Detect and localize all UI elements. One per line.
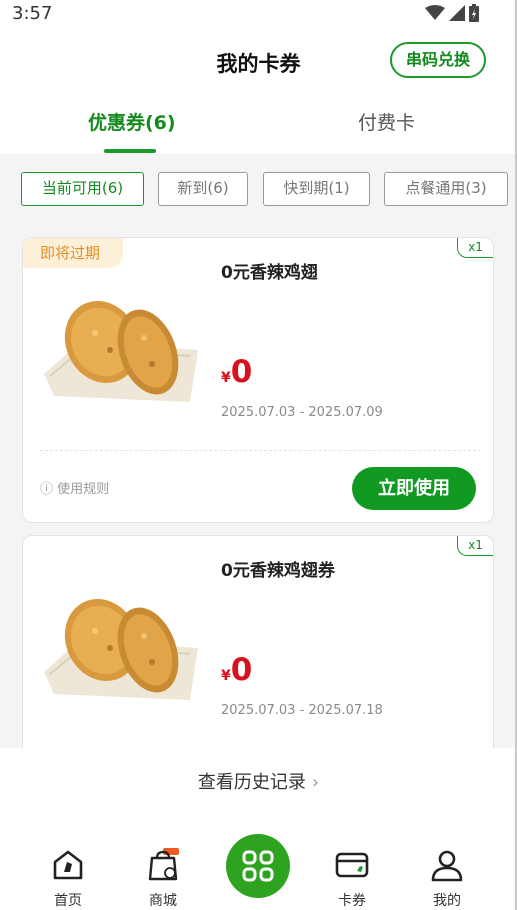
filter-chip-new[interactable]: 新到(6) <box>158 172 248 206</box>
nav-home-label: 首页 <box>54 893 82 909</box>
expiring-tag: 即将过期 <box>23 238 123 268</box>
coupon-card[interactable]: 即将过期 x1 0元香辣鸡翅 ¥0 2025.07.03 - 2025.07.0… <box>22 237 494 523</box>
home-icon <box>53 850 83 880</box>
tab-coupons[interactable]: 优惠券(6) <box>88 108 176 135</box>
profile-icon <box>431 850 463 882</box>
price-value: 0 <box>230 652 253 688</box>
nav-cards[interactable]: 卡券 <box>322 848 382 909</box>
chicken-wings-image <box>44 599 198 700</box>
coupon-card[interactable]: x1 0元香辣鸡翅券 ¥0 2025.07.03 - 2025.07.18 <box>22 535 494 775</box>
qr-scan-icon <box>242 850 274 882</box>
battery-icon <box>469 4 479 22</box>
status-time: 3:57 <box>12 3 53 24</box>
quantity-badge: x1 <box>457 238 493 258</box>
filter-bar: 当前可用(6) 新到(6) 快到期(1) 点餐通用(3) <box>0 154 517 226</box>
nav-home[interactable]: 首页 <box>38 848 98 909</box>
coupon-title: 0元香辣鸡翅 <box>221 263 318 283</box>
filter-chip-expiring[interactable]: 快到期(1) <box>263 172 370 206</box>
qr-scan-button[interactable] <box>226 834 290 898</box>
nav-profile-label: 我的 <box>433 893 461 909</box>
page-header: 我的卡券 串码兑换 优惠券(6) 付费卡 <box>0 28 517 154</box>
nav-shop[interactable]: 商城 <box>133 848 193 909</box>
currency-symbol: ¥ <box>221 668 231 684</box>
use-now-button[interactable]: 立即使用 <box>352 467 476 510</box>
price-value: 0 <box>230 354 253 390</box>
view-history-label: 查看历史记录 <box>197 772 306 793</box>
chicken-wings-image <box>44 301 198 402</box>
tab-paid-cards[interactable]: 付费卡 <box>358 108 415 135</box>
currency-symbol: ¥ <box>221 370 231 386</box>
card-icon <box>335 852 369 878</box>
coupon-price: ¥0 <box>221 652 252 688</box>
filter-chip-general[interactable]: 点餐通用(3) <box>384 172 508 206</box>
signal-icon <box>449 5 465 21</box>
chevron-right-icon: › <box>311 772 320 793</box>
nav-shop-label: 商城 <box>149 893 177 909</box>
wifi-icon <box>425 5 445 20</box>
shop-bag-icon <box>148 848 179 881</box>
nav-profile[interactable]: 我的 <box>417 848 477 909</box>
status-bar: 3:57 <box>0 0 517 28</box>
coupon-price: ¥0 <box>221 354 252 390</box>
coupon-title: 0元香辣鸡翅券 <box>221 561 335 581</box>
view-history-link[interactable]: 查看历史记录 › <box>0 768 517 794</box>
usage-rules-link[interactable]: ⓘ 使用规则 <box>40 478 109 497</box>
quantity-badge: x1 <box>457 536 493 556</box>
dashed-divider <box>40 450 481 451</box>
bottom-nav: 首页 商城 卡券 我的 <box>0 828 517 910</box>
active-tab-indicator <box>104 149 156 153</box>
filter-chip-available[interactable]: 当前可用(6) <box>21 172 144 206</box>
redeem-code-button[interactable]: 串码兑换 <box>390 42 486 78</box>
nav-cards-label: 卡券 <box>338 893 366 909</box>
status-icons <box>425 4 479 22</box>
validity-dates: 2025.07.03 - 2025.07.18 <box>221 703 383 718</box>
validity-dates: 2025.07.03 - 2025.07.09 <box>221 405 383 420</box>
history-bar: 查看历史记录 › <box>0 748 517 828</box>
